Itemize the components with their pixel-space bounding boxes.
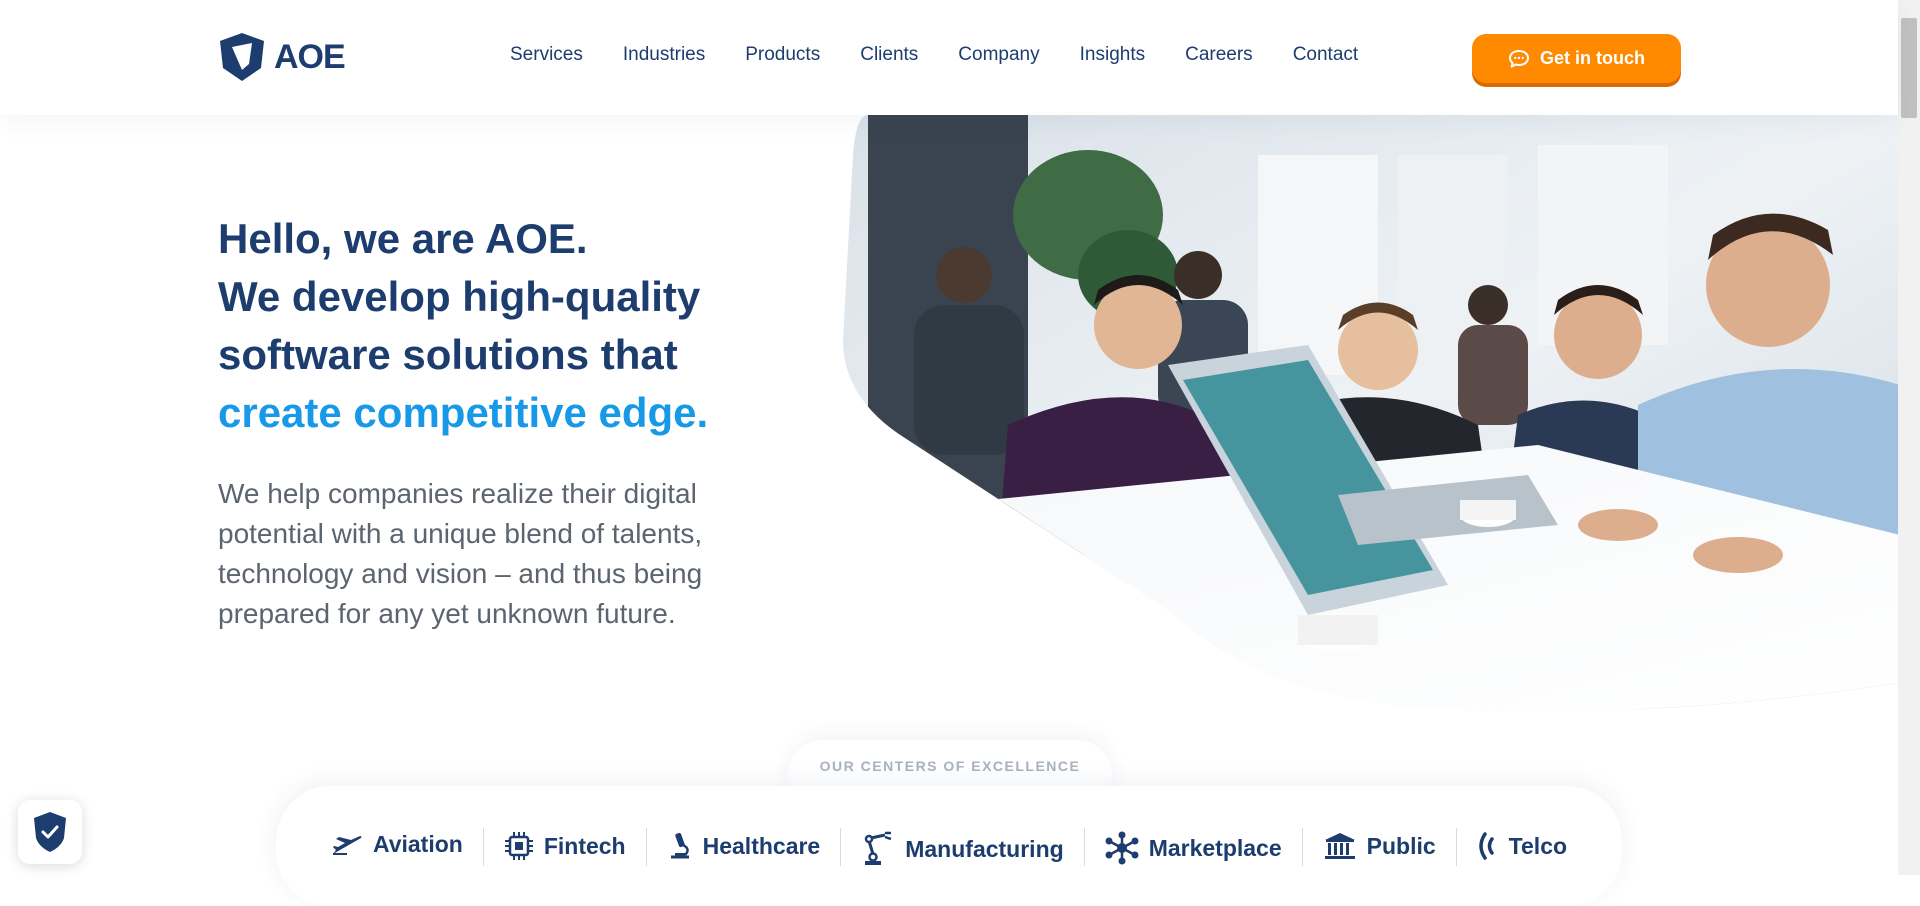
nav-clients[interactable]: Clients bbox=[860, 44, 918, 66]
chip-icon bbox=[504, 832, 533, 860]
industry-manufacturing[interactable]: Manufacturing bbox=[841, 831, 1083, 867]
chat-bubble-icon bbox=[1509, 49, 1529, 68]
logo-text: AOE bbox=[274, 38, 346, 76]
aoe-logo[interactable]: AOE bbox=[218, 32, 346, 82]
industry-label: Aviation bbox=[372, 831, 463, 857]
main-nav: Services Industries Products Clients Com… bbox=[490, 44, 1378, 66]
nav-services[interactable]: Services bbox=[510, 44, 583, 66]
building-icon bbox=[1324, 833, 1355, 859]
microscope-icon bbox=[670, 832, 689, 859]
nav-careers[interactable]: Careers bbox=[1185, 44, 1253, 66]
industry-healthcare[interactable]: Healthcare bbox=[647, 831, 841, 861]
hero-team-photo bbox=[843, 115, 1900, 712]
nav-products[interactable]: Products bbox=[745, 44, 820, 66]
centers-of-excellence-label: OUR CENTERS OF EXCELLENCE bbox=[819, 758, 1081, 774]
hero-headline-highlight: create competitive edge. bbox=[218, 389, 709, 436]
network-icon bbox=[1105, 831, 1139, 865]
industry-marketplace[interactable]: Marketplace bbox=[1085, 831, 1302, 865]
industry-aviation[interactable]: Aviation bbox=[311, 831, 483, 858]
hero-description: We help companies realize their digital … bbox=[218, 478, 703, 629]
aoe-shield-logo-icon bbox=[220, 33, 264, 81]
industry-label: Healthcare bbox=[702, 832, 821, 859]
industry-label: Fintech bbox=[543, 832, 626, 859]
industry-label: Telco bbox=[1508, 832, 1568, 859]
signal-icon bbox=[1478, 832, 1494, 860]
industry-label: Marketplace bbox=[1148, 834, 1282, 861]
privacy-settings-button[interactable] bbox=[18, 800, 82, 864]
nav-insights[interactable]: Insights bbox=[1080, 44, 1145, 66]
hero-headline-line-3: software solutions that bbox=[218, 331, 678, 378]
industry-label: Manufacturing bbox=[905, 835, 1064, 862]
page-scrollbar[interactable] bbox=[1898, 0, 1920, 875]
hero-headline-line-1: Hello, we are AOE. bbox=[218, 215, 588, 262]
hero-headline-line-2: We develop high-quality bbox=[218, 273, 701, 320]
hero-section: Hello, we are AOE. We develop high-quali… bbox=[218, 210, 778, 662]
nav-contact[interactable]: Contact bbox=[1293, 44, 1358, 66]
get-in-touch-label: Get in touch bbox=[1540, 48, 1645, 68]
nav-company[interactable]: Company bbox=[958, 44, 1039, 66]
nav-industries[interactable]: Industries bbox=[623, 44, 705, 66]
industry-telco[interactable]: Telco bbox=[1457, 831, 1587, 861]
industry-public[interactable]: Public bbox=[1303, 831, 1456, 861]
shield-check-icon bbox=[34, 812, 66, 852]
industry-fintech[interactable]: Fintech bbox=[484, 831, 646, 861]
industry-label: Public bbox=[1366, 832, 1436, 859]
industry-nav-bar: Aviation Fintech Healthcare Manufacturin… bbox=[276, 786, 1622, 906]
airplane-icon bbox=[332, 835, 362, 855]
scrollbar-thumb[interactable] bbox=[1901, 18, 1917, 118]
robot-arm-icon bbox=[864, 831, 892, 865]
get-in-touch-button[interactable]: Get in touch bbox=[1472, 34, 1681, 83]
site-header: AOE Services Industries Products Clients… bbox=[0, 0, 1898, 115]
